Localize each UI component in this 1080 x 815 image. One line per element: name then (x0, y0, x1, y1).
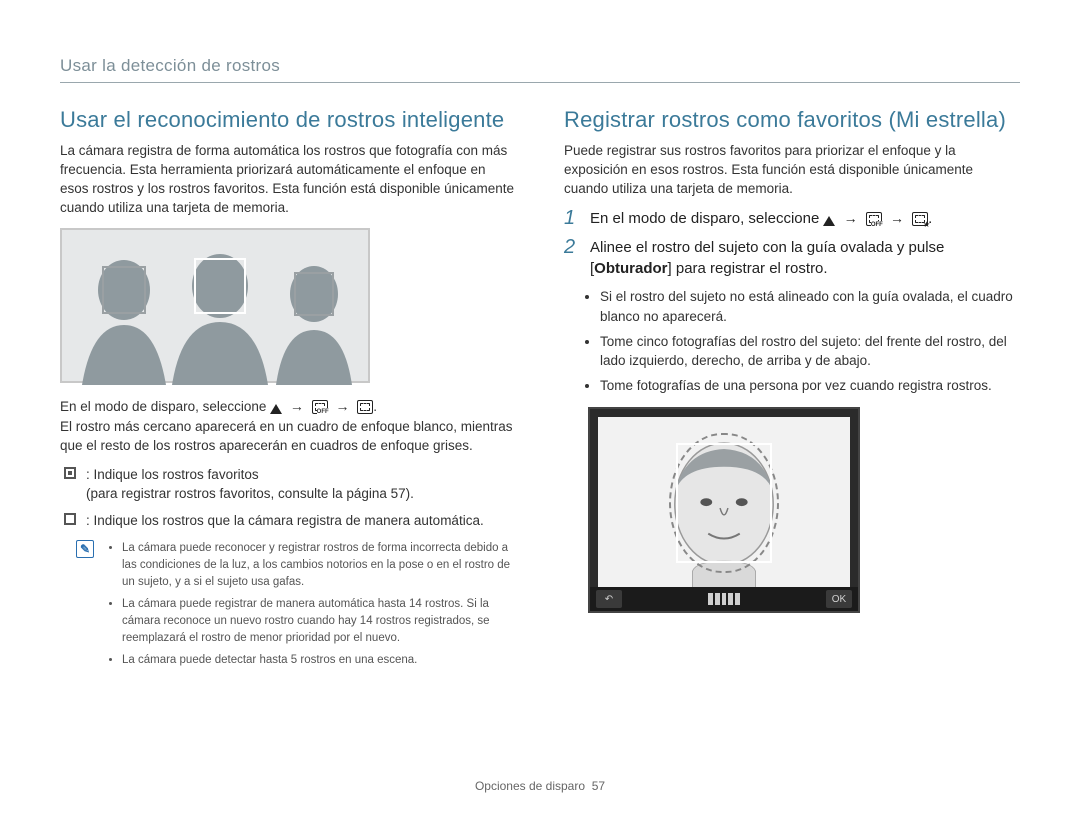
three-people-illustration (60, 228, 370, 383)
step-2: 2 Alinee el rostro del sujeto con la guí… (564, 237, 1020, 279)
favorite-indicator-list: : Indique los rostros favoritos (para re… (64, 465, 516, 530)
fav-bullet-0-sub: (para registrar rostros favoritos, consu… (86, 486, 414, 501)
list-item: : Indique los rostros favoritos (para re… (64, 465, 516, 503)
breadcrumb: Usar la detección de rostros (60, 56, 1020, 76)
note-block: ✎ La cámara puede reconocer y registrar … (76, 540, 516, 675)
step-1: 1 En el modo de disparo, seleccione → → … (564, 208, 1020, 229)
face-off-icon (312, 400, 328, 414)
right-intro: Puede registrar sus rostros favoritos pa… (564, 141, 1020, 198)
face-star-icon (912, 212, 928, 226)
left-after-image: En el modo de disparo, seleccione → → . … (60, 397, 516, 455)
single-square-icon (64, 513, 76, 525)
progress-indicator (708, 593, 740, 605)
note-item: La cámara puede registrar de manera auto… (122, 596, 516, 646)
list-item: : Indique los rostros que la cámara regi… (64, 511, 516, 530)
lcd-screen (598, 417, 850, 603)
footer-page-number: 57 (592, 779, 605, 793)
triangle-up-icon (823, 216, 835, 226)
arrow-icon: → (844, 209, 858, 229)
double-square-icon (64, 467, 76, 479)
triangle-up-icon (270, 404, 282, 414)
step-2-b: ] para registrar el rostro. (668, 260, 828, 277)
arrow-icon: → (335, 397, 349, 417)
list-item: Tome cinco fotografías del rostro del su… (600, 332, 1020, 370)
two-column-layout: Usar el reconocimiento de rostros inteli… (60, 107, 1020, 675)
right-column: Registrar rostros como favoritos (Mi est… (564, 107, 1020, 675)
back-button[interactable]: ↶ (596, 590, 622, 608)
manual-page: Usar la detección de rostros Usar el rec… (0, 0, 1080, 815)
arrow-icon: → (290, 397, 304, 417)
page-footer: Opciones de disparo 57 (0, 779, 1080, 793)
focus-box-white (194, 258, 246, 314)
white-square-guide (676, 443, 772, 563)
focus-box-grey-1 (102, 266, 146, 314)
focus-box-grey-2 (294, 272, 334, 316)
breadcrumb-rule (60, 82, 1020, 83)
right-heading: Registrar rostros como favoritos (Mi est… (564, 107, 1020, 133)
step-2-bold: Obturador (594, 260, 667, 277)
list-item: Tome fotografías de una persona por vez … (600, 376, 1020, 395)
footer-section-label: Opciones de disparo (475, 779, 585, 793)
fav-bullet-0: : Indique los rostros favoritos (86, 467, 259, 482)
ok-button[interactable]: OK (826, 590, 852, 608)
step-2-text: Alinee el rostro del sujeto con la guía … (590, 237, 1020, 279)
lcd-bottom-bar: ↶ OK (590, 587, 858, 611)
left-heading: Usar el reconocimiento de rostros inteli… (60, 107, 516, 133)
mode-select-text: En el modo de disparo, seleccione (60, 399, 270, 414)
left-after-image-2: El rostro más cercano aparecerá en un cu… (60, 419, 513, 453)
step-number-2: 2 (564, 237, 580, 279)
camera-lcd-illustration: ↶ OK (588, 407, 860, 613)
step-2-sublist: Si el rostro del sujeto no está alineado… (600, 287, 1020, 395)
face-off-icon (866, 212, 882, 226)
left-column: Usar el reconocimiento de rostros inteli… (60, 107, 516, 675)
step-1-label: En el modo de disparo, seleccione (590, 210, 823, 227)
note-icon: ✎ (76, 540, 94, 558)
step-number-1: 1 (564, 208, 580, 229)
list-item: Si el rostro del sujeto no está alineado… (600, 287, 1020, 325)
note-item: La cámara puede detectar hasta 5 rostros… (122, 652, 516, 669)
arrow-icon: → (890, 209, 904, 229)
note-item: La cámara puede reconocer y registrar ro… (122, 540, 516, 590)
left-intro: La cámara registra de forma automática l… (60, 141, 516, 218)
step-1-text: En el modo de disparo, seleccione → → . (590, 208, 932, 229)
face-smart-icon (357, 400, 373, 414)
fav-bullet-1: : Indique los rostros que la cámara regi… (86, 513, 484, 528)
note-list: La cámara puede reconocer y registrar ro… (122, 540, 516, 675)
